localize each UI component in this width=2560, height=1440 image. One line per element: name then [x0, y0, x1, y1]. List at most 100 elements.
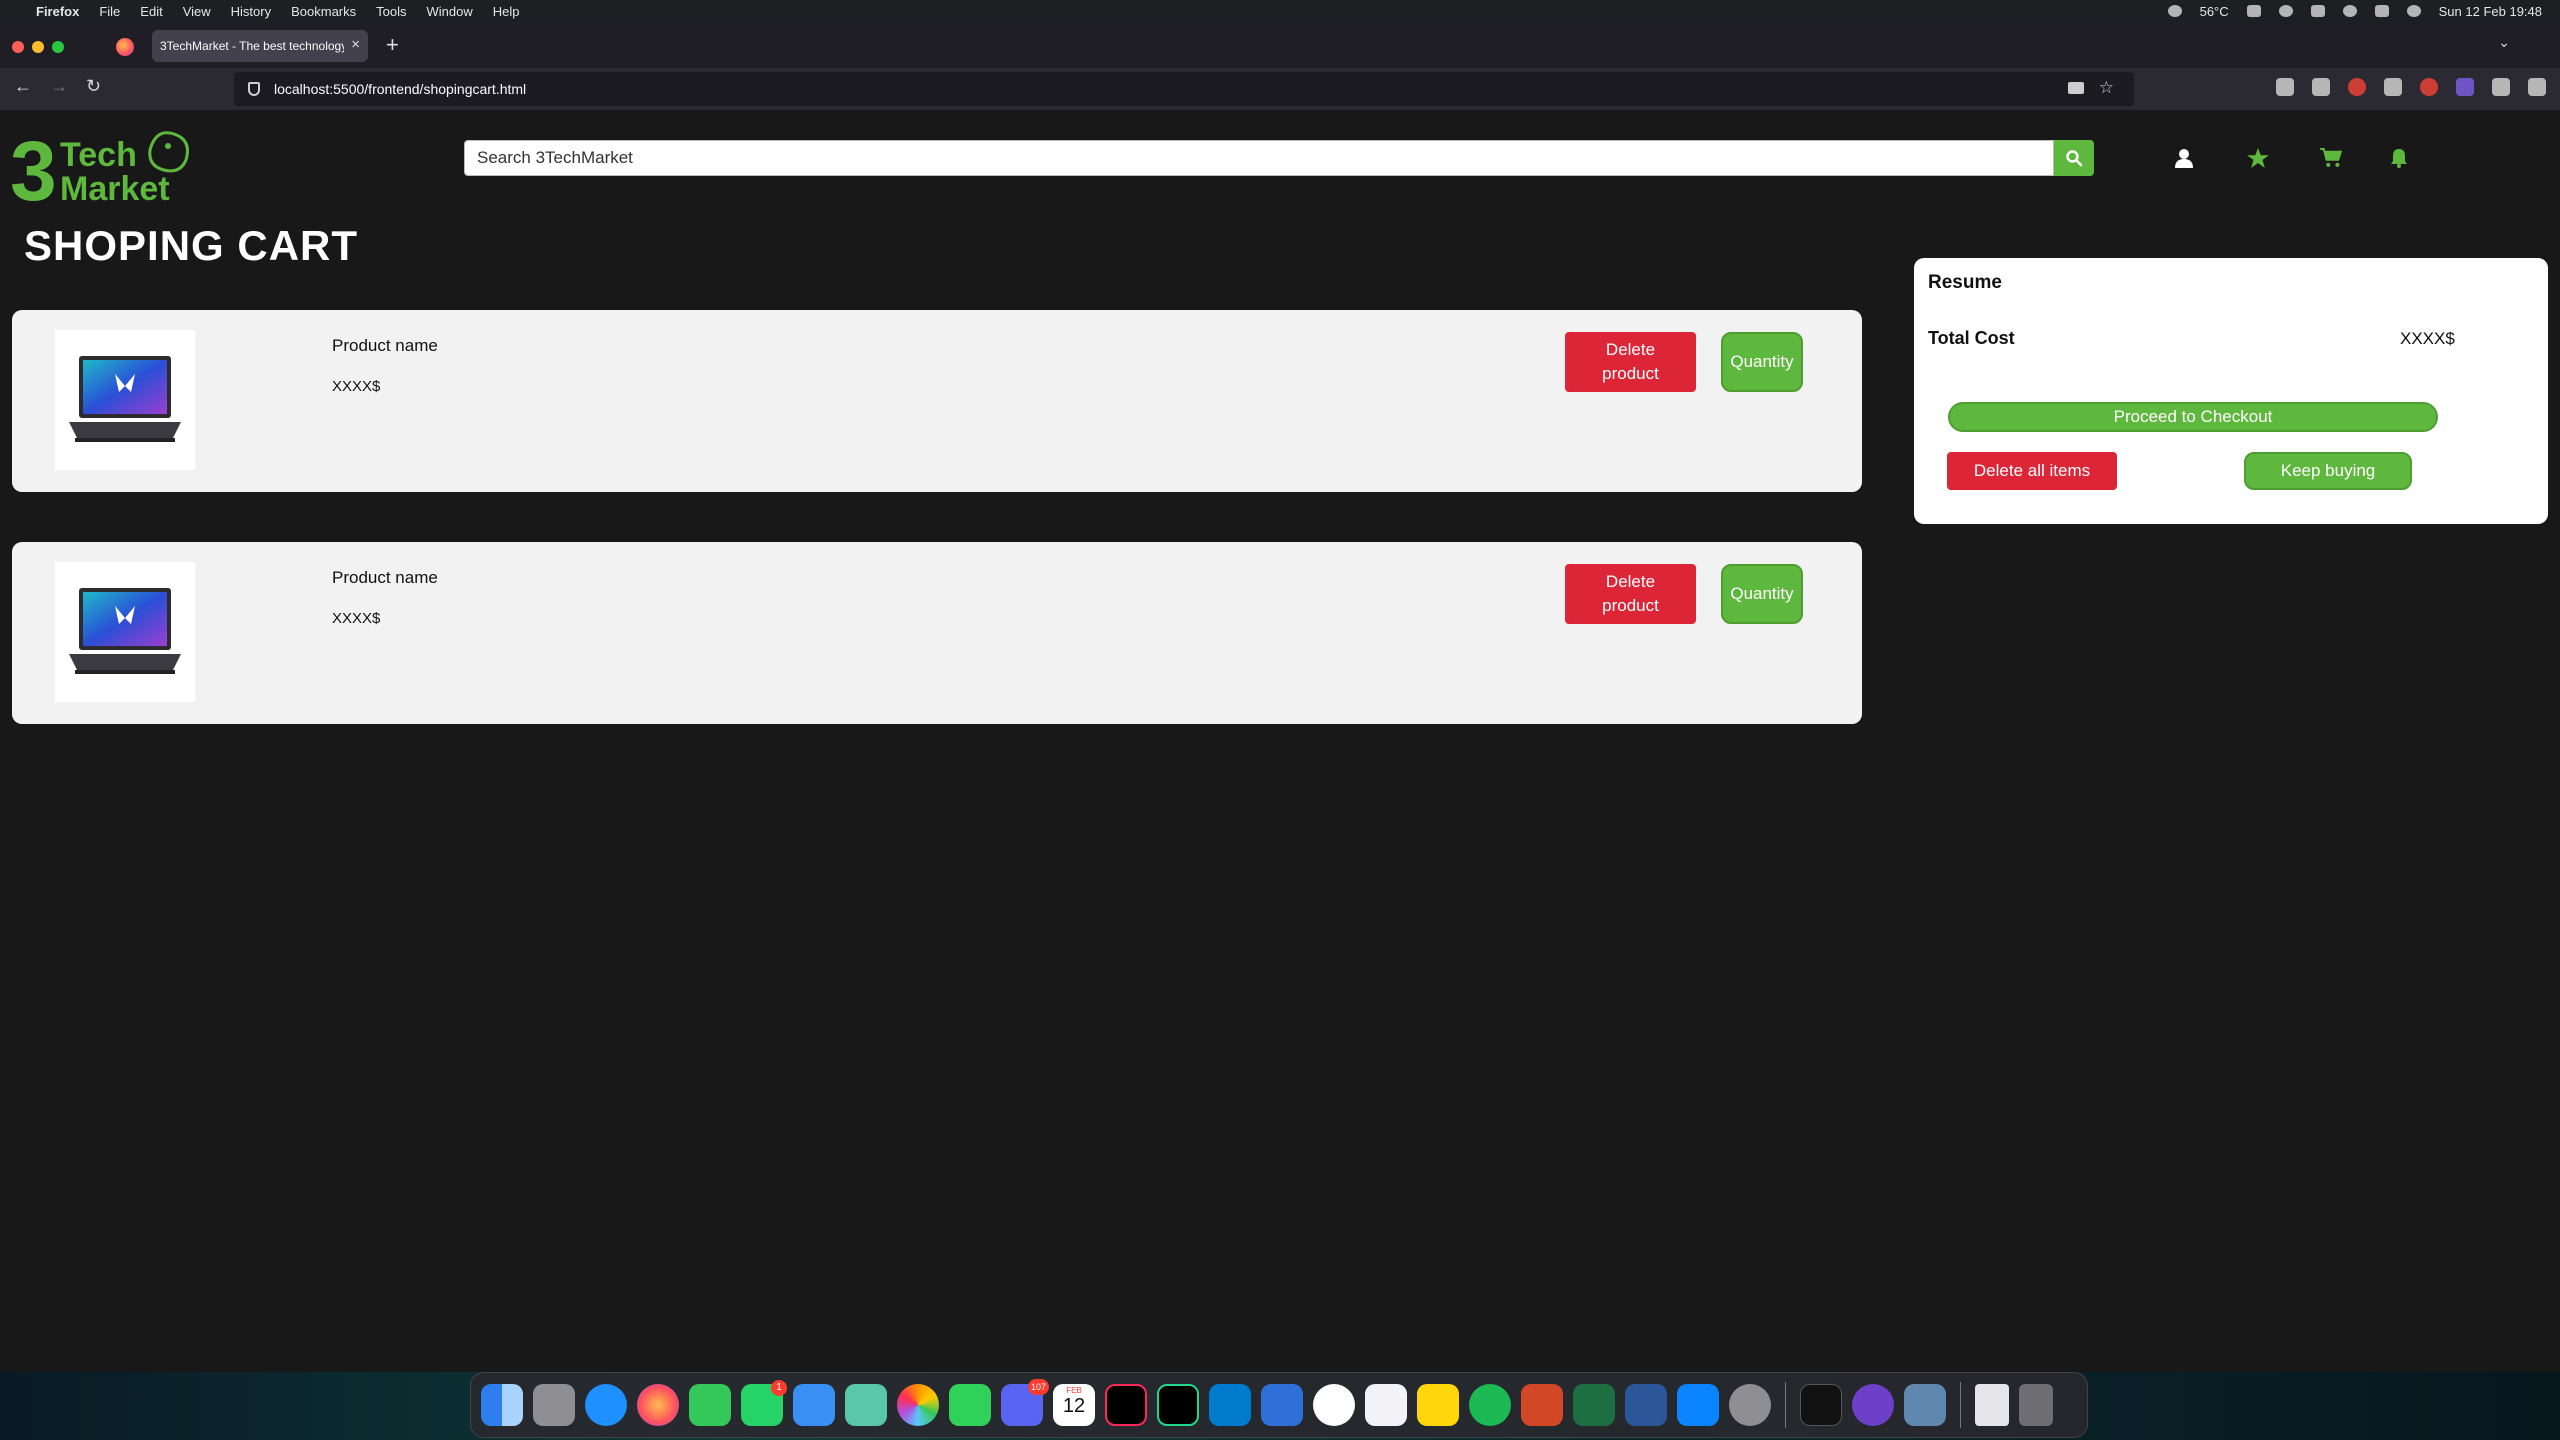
product-image[interactable] [55, 330, 195, 470]
tab-3techmarket[interactable]: 3TechMarket - The best technology × [152, 30, 368, 62]
spotlight-icon[interactable] [2342, 5, 2357, 17]
product-name: Product name [332, 336, 438, 355]
zoom-window-button[interactable] [52, 41, 64, 53]
menu-view[interactable]: View [183, 4, 211, 19]
quantity-button[interactable]: Quantity [1721, 332, 1803, 392]
github-desktop-icon[interactable] [1852, 1384, 1894, 1426]
close-window-button[interactable] [12, 41, 24, 53]
cart-icon[interactable] [2320, 148, 2342, 168]
window-controls [12, 41, 64, 53]
downloads-icon[interactable] [2312, 78, 2330, 96]
delete-product-button[interactable]: Delete product [1565, 564, 1696, 624]
back-icon[interactable]: ← [14, 76, 32, 97]
pycharm-icon[interactable] [1157, 1384, 1199, 1426]
browser-tabbar: 3TechMarket - The best technology × + ⌄ [0, 22, 2560, 68]
calendar-day: 12 [1062, 1395, 1086, 1417]
list-tabs-chevron-icon[interactable]: ⌄ [2498, 34, 2510, 51]
menu-edit[interactable]: Edit [140, 4, 162, 19]
notification-bell-icon[interactable] [2390, 148, 2408, 168]
keep-buying-button[interactable]: Keep buying [2244, 452, 2412, 490]
facetime-icon[interactable] [949, 1384, 991, 1426]
preview-icon[interactable] [1904, 1384, 1946, 1426]
discord-icon[interactable]: 107 [1001, 1379, 1049, 1426]
minimize-window-button[interactable] [32, 41, 44, 53]
new-tab-button[interactable]: + [386, 32, 399, 58]
delete-product-button[interactable]: Delete product [1565, 332, 1696, 392]
product-price: XXXX$ [332, 378, 381, 395]
clock[interactable]: Sun 12 Feb 19:48 [2439, 4, 2542, 19]
favorites-star-icon[interactable] [2247, 148, 2269, 168]
app-store-icon[interactable] [1677, 1384, 1719, 1426]
extensions-puzzle-icon[interactable] [2492, 78, 2510, 96]
menu-help[interactable]: Help [493, 4, 520, 19]
reload-icon[interactable]: ↻ [86, 76, 101, 97]
delete-product-label-line2: product [1602, 364, 1659, 383]
launchpad-icon[interactable] [533, 1384, 575, 1426]
url-text[interactable]: localhost:5500/frontend/shopingcart.html [274, 81, 526, 97]
user-icon[interactable] [2174, 148, 2194, 168]
whatsapp-icon[interactable]: 1 [741, 1380, 787, 1426]
temperature-readout[interactable]: 56°C [2200, 4, 2229, 19]
3techmarket-logo[interactable]: 3 Tech Market [10, 124, 196, 204]
menu-history[interactable]: History [231, 4, 271, 19]
excel-icon[interactable] [1573, 1384, 1615, 1426]
display-icon[interactable] [2246, 5, 2261, 17]
tracking-protection-icon[interactable] [248, 82, 260, 96]
search-button[interactable] [2054, 140, 2094, 176]
extension-icon[interactable] [2348, 78, 2366, 96]
word-icon[interactable] [1625, 1384, 1667, 1426]
record-status-icon[interactable] [2167, 5, 2182, 17]
spotify-icon[interactable] [1469, 1384, 1511, 1426]
menu-window[interactable]: Window [427, 4, 473, 19]
document-icon[interactable] [1975, 1384, 2009, 1426]
delete-all-items-button[interactable]: Delete all items [1947, 452, 2117, 490]
quantity-button[interactable]: Quantity [1721, 564, 1803, 624]
extension-red-icon[interactable] [2420, 78, 2438, 96]
hamburger-menu-icon[interactable] [2528, 78, 2546, 96]
forward-icon[interactable]: → [50, 76, 68, 97]
bookmark-star-icon[interactable]: ☆ [2099, 78, 2114, 98]
proceed-to-checkout-button[interactable]: Proceed to Checkout [1948, 402, 2438, 432]
play-icon[interactable] [2278, 5, 2293, 17]
notes-icon[interactable] [1417, 1384, 1459, 1426]
maps-icon[interactable] [845, 1384, 887, 1426]
firefox-icon[interactable] [637, 1384, 679, 1426]
photos-icon[interactable] [897, 1384, 939, 1426]
messages-icon[interactable] [689, 1384, 731, 1426]
reminders-icon[interactable] [1365, 1384, 1407, 1426]
vscode-icon[interactable] [1209, 1384, 1251, 1426]
tab-close-icon[interactable]: × [351, 36, 360, 53]
status-area: 56°C Sun 12 Feb 19:48 [2167, 0, 2542, 22]
extension-leaf-icon[interactable] [2384, 78, 2402, 96]
control-center-icon[interactable] [2374, 5, 2389, 17]
menu-tools[interactable]: Tools [376, 4, 406, 19]
translate-icon[interactable] [2068, 82, 2084, 94]
calendar-icon[interactable]: FEB 12 [1053, 1384, 1095, 1426]
menu-app-name[interactable]: Firefox [36, 4, 79, 19]
extension-purple-icon[interactable] [2456, 78, 2474, 96]
tab-title: 3TechMarket - The best technology [160, 39, 344, 53]
search-input[interactable]: Search 3TechMarket [464, 140, 2054, 176]
total-cost-value: XXXX$ [2400, 329, 2455, 348]
siri-icon[interactable] [2406, 5, 2421, 17]
firefox-view-icon[interactable] [116, 38, 134, 56]
nordvpn-icon[interactable] [1313, 1384, 1355, 1426]
wifi-icon[interactable] [2310, 5, 2325, 17]
powerpoint-icon[interactable] [1521, 1384, 1563, 1426]
page-title: SHOPING CART [24, 222, 359, 269]
search-placeholder: Search 3TechMarket [477, 148, 633, 167]
mail-icon[interactable] [793, 1384, 835, 1426]
intellij-icon[interactable] [1105, 1384, 1147, 1426]
xcode-icon[interactable] [1261, 1384, 1303, 1426]
menu-bookmarks[interactable]: Bookmarks [291, 4, 356, 19]
browser-toolbar-icons [2276, 78, 2546, 96]
safari-icon[interactable] [585, 1384, 627, 1426]
pocket-icon[interactable] [2276, 78, 2294, 96]
system-settings-icon[interactable] [1729, 1384, 1771, 1426]
menu-file[interactable]: File [99, 4, 120, 19]
product-image[interactable] [55, 562, 195, 702]
address-bar[interactable]: localhost:5500/frontend/shopingcart.html… [234, 72, 2134, 196]
trash-icon[interactable] [2019, 1384, 2053, 1426]
activity-monitor-icon[interactable] [1800, 1384, 1842, 1426]
finder-icon[interactable] [481, 1384, 523, 1426]
